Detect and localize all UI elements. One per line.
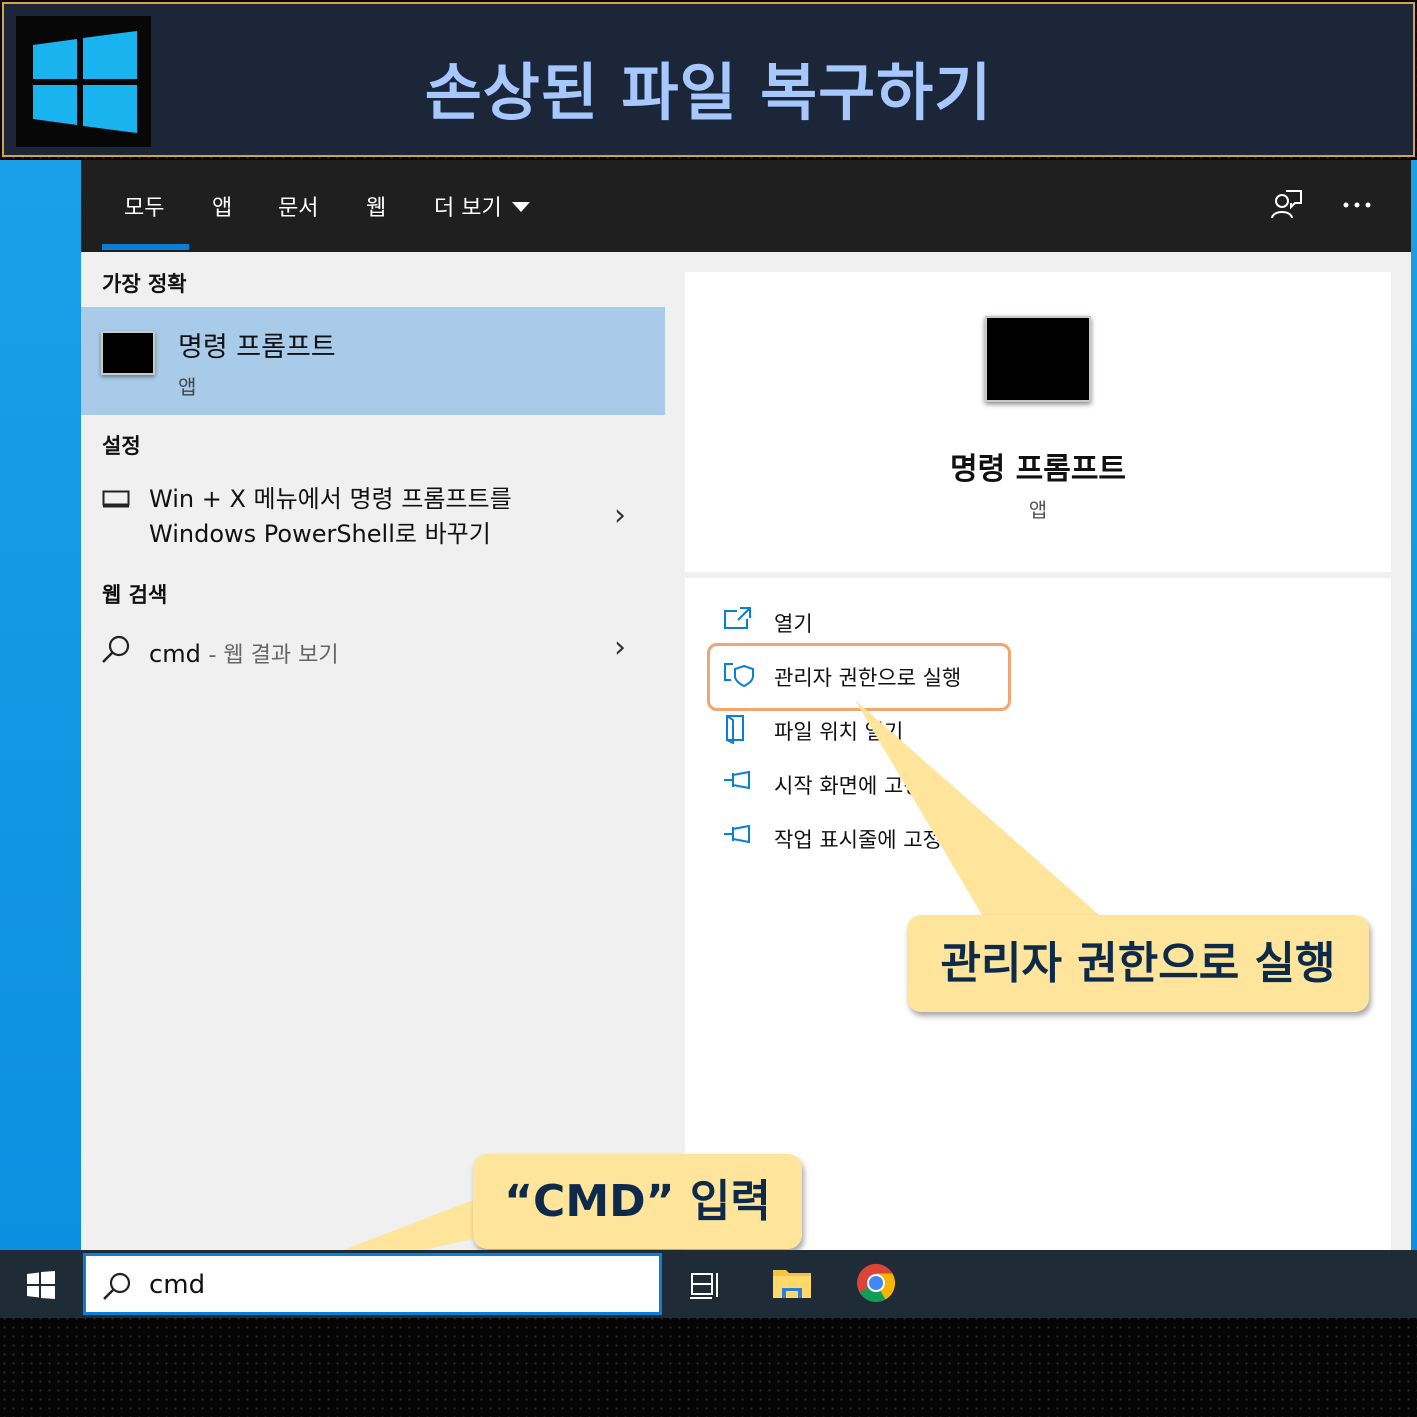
search-tab-bar: 모두 앱 문서 웹 더 보기	[81, 160, 1411, 252]
preview-title: 명령 프롬프트	[949, 452, 1127, 487]
pin-icon	[724, 770, 750, 790]
pin-icon	[724, 824, 750, 844]
taskbar: cmd	[0, 1250, 1417, 1318]
web-search-heading: 웹 검색	[102, 583, 168, 607]
action-label: 파일 위치 열기	[774, 720, 904, 744]
settings-item-line1: Win + X 메뉴에서 명령 프롬프트를	[149, 485, 512, 513]
action-label: 열기	[774, 612, 813, 636]
active-tab-indicator	[102, 244, 189, 250]
feedback-icon[interactable]	[1270, 188, 1304, 222]
banner-title: 손상된 파일 복구하기	[424, 56, 993, 129]
web-search-text: cmd - 웹 결과 보기	[149, 637, 339, 669]
file-location-icon	[726, 715, 744, 744]
display-icon	[102, 490, 130, 508]
best-match-item[interactable]: 명령 프롬프트 앱	[81, 307, 665, 415]
preview-pane: 명령 프롬프트 앱 열기 관리자 권한으로 실행 파일 위치 열기 시작 화면에…	[685, 272, 1391, 1250]
tab-apps[interactable]: 앱	[212, 190, 232, 222]
tab-more-label: 더 보기	[434, 196, 502, 221]
chevron-right-icon: ›	[614, 630, 626, 665]
file-explorer-icon[interactable]	[772, 1264, 812, 1300]
cmd-callout: “CMD” 입력	[473, 1154, 802, 1249]
admin-callout: 관리자 권한으로 실행	[907, 915, 1369, 1012]
chrome-icon[interactable]	[856, 1263, 896, 1303]
start-button[interactable]	[27, 1271, 55, 1299]
results-list: 가장 정확 명령 프롬프트 앱 설정 Win + X 메뉴에서 명령 프롬프트를…	[81, 252, 665, 1250]
chevron-down-icon	[511, 202, 530, 212]
search-icon	[103, 1272, 131, 1300]
title-banner: 손상된 파일 복구하기	[2, 2, 1415, 157]
command-prompt-large-icon	[985, 316, 1091, 402]
preview-subtitle: 앱	[1028, 498, 1048, 522]
command-prompt-icon	[101, 331, 155, 375]
highlight-box	[707, 643, 1011, 711]
action-label: 시작 화면에 고정	[774, 774, 923, 798]
web-search-suffix: - 웹 결과 보기	[208, 643, 339, 668]
search-input-value: cmd	[149, 1270, 206, 1300]
best-match-title: 명령 프롬프트	[178, 332, 336, 363]
tab-web[interactable]: 웹	[366, 190, 386, 222]
task-view-icon[interactable]	[690, 1270, 722, 1300]
best-match-heading: 가장 정확	[102, 272, 187, 296]
taskbar-search-input[interactable]: cmd	[83, 1253, 662, 1315]
settings-item-line2: Windows PowerShell로 바꾸기	[149, 520, 491, 548]
open-icon	[724, 607, 751, 629]
more-options-icon[interactable]	[1342, 198, 1372, 212]
web-search-query: cmd	[149, 640, 201, 668]
settings-heading: 설정	[102, 434, 141, 458]
best-match-subtitle: 앱	[178, 375, 197, 399]
tab-more[interactable]: 더 보기	[434, 190, 530, 222]
chevron-right-icon: ›	[614, 498, 626, 533]
action-label: 작업 표시줄에 고정	[774, 828, 942, 852]
tab-all[interactable]: 모두	[124, 190, 164, 222]
tab-documents[interactable]: 문서	[278, 190, 318, 222]
divider	[685, 572, 1391, 578]
search-icon	[102, 635, 130, 663]
